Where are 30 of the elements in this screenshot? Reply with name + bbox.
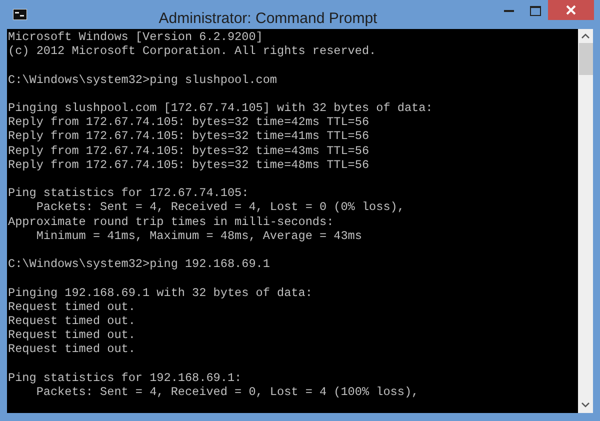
- console-line: Microsoft Windows [Version 6.2.9200]: [8, 30, 263, 44]
- console-line: Reply from 172.67.74.105: bytes=32 time=42ms TTL=56: [8, 115, 370, 130]
- console-line: Reply from 172.67.74.105: bytes=32 time=43ms TTL=56: [8, 144, 370, 158]
- console-line: C:\Windows\system32>ping 192.168.69.1: [8, 257, 270, 272]
- scroll-up-icon[interactable]: [581, 33, 590, 39]
- scroll-down-icon[interactable]: [581, 402, 590, 408]
- console-line: Minimum = 41ms, Maximum = 48ms, Average = 43ms: [35, 228, 362, 243]
- console-line: Ping statistics for 172.67.74.105:: [8, 186, 249, 200]
- console-line: C:\Windows\system32>ping slushpool.com: [8, 72, 278, 87]
- console-line: Reply from 172.67.74.105: bytes=32 time=41ms TTL=56: [8, 129, 370, 144]
- close-button[interactable]: [548, 0, 594, 20]
- console-line: Packets: Sent = 4, Received = 4, Lost = 0 (0% loss),: [35, 200, 404, 215]
- minimize-icon: [504, 10, 514, 12]
- console-line: Request timed out.: [8, 300, 136, 314]
- maximize-icon: [530, 6, 540, 16]
- console-line: Pinging 192.168.69.1 with 32 bytes of data:: [8, 286, 312, 300]
- console-line: Ping statistics for 192.168.69.1:: [8, 370, 242, 385]
- window-title: Administrator: Command Prompt: [158, 10, 378, 27]
- console-line: Approximate round trip times in milli-seconds:: [8, 214, 334, 229]
- console-line: Request timed out.: [8, 328, 136, 342]
- close-icon: [566, 5, 576, 15]
- console-line: Request timed out.: [8, 342, 136, 357]
- console-line: Request timed out.: [8, 314, 136, 328]
- console-line: Packets: Sent = 4, Received = 0, Lost = 4 (100% loss),: [35, 384, 419, 400]
- scrollbar[interactable]: [578, 29, 593, 413]
- console-line: Pinging slushpool.com [172.67.74.105] with 32 bytes of data:: [8, 100, 433, 116]
- console-line: Reply from 172.67.74.105: bytes=32 time=48ms TTL=56: [8, 158, 370, 172]
- scroll-thumb[interactable]: [578, 43, 592, 75]
- console-line: (c) 2012 Microsoft Corporation. All rights reserved.: [8, 44, 376, 58]
- console-icon[interactable]: [13, 9, 27, 20]
